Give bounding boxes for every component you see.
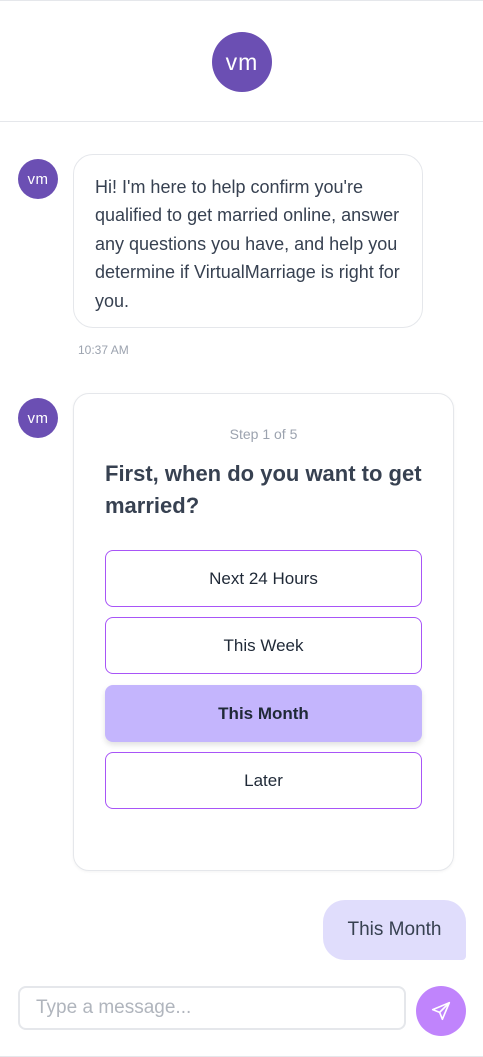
- option-this-month[interactable]: This Month: [105, 685, 422, 742]
- message-composer: [0, 972, 483, 1057]
- bot-avatar: vm: [18, 398, 58, 438]
- message-timestamp: 10:37 AM: [78, 343, 129, 357]
- user-message-bubble: This Month: [323, 900, 466, 960]
- option-next-24-hours[interactable]: Next 24 Hours: [105, 550, 422, 607]
- option-later[interactable]: Later: [105, 752, 422, 809]
- option-this-week[interactable]: This Week: [105, 617, 422, 674]
- brand-logo: vm: [212, 32, 272, 92]
- question-card: Step 1 of 5 First, when do you want to g…: [73, 393, 454, 871]
- bot-avatar: vm: [18, 159, 58, 199]
- bot-message-bubble: Hi! I'm here to help confirm you're qual…: [73, 154, 423, 328]
- step-indicator: Step 1 of 5: [229, 426, 298, 442]
- send-icon: [431, 1001, 451, 1021]
- send-button[interactable]: [416, 986, 466, 1036]
- message-input[interactable]: [18, 986, 406, 1030]
- chat-header: vm: [0, 0, 483, 122]
- question-title: First, when do you want to get married?: [105, 461, 422, 518]
